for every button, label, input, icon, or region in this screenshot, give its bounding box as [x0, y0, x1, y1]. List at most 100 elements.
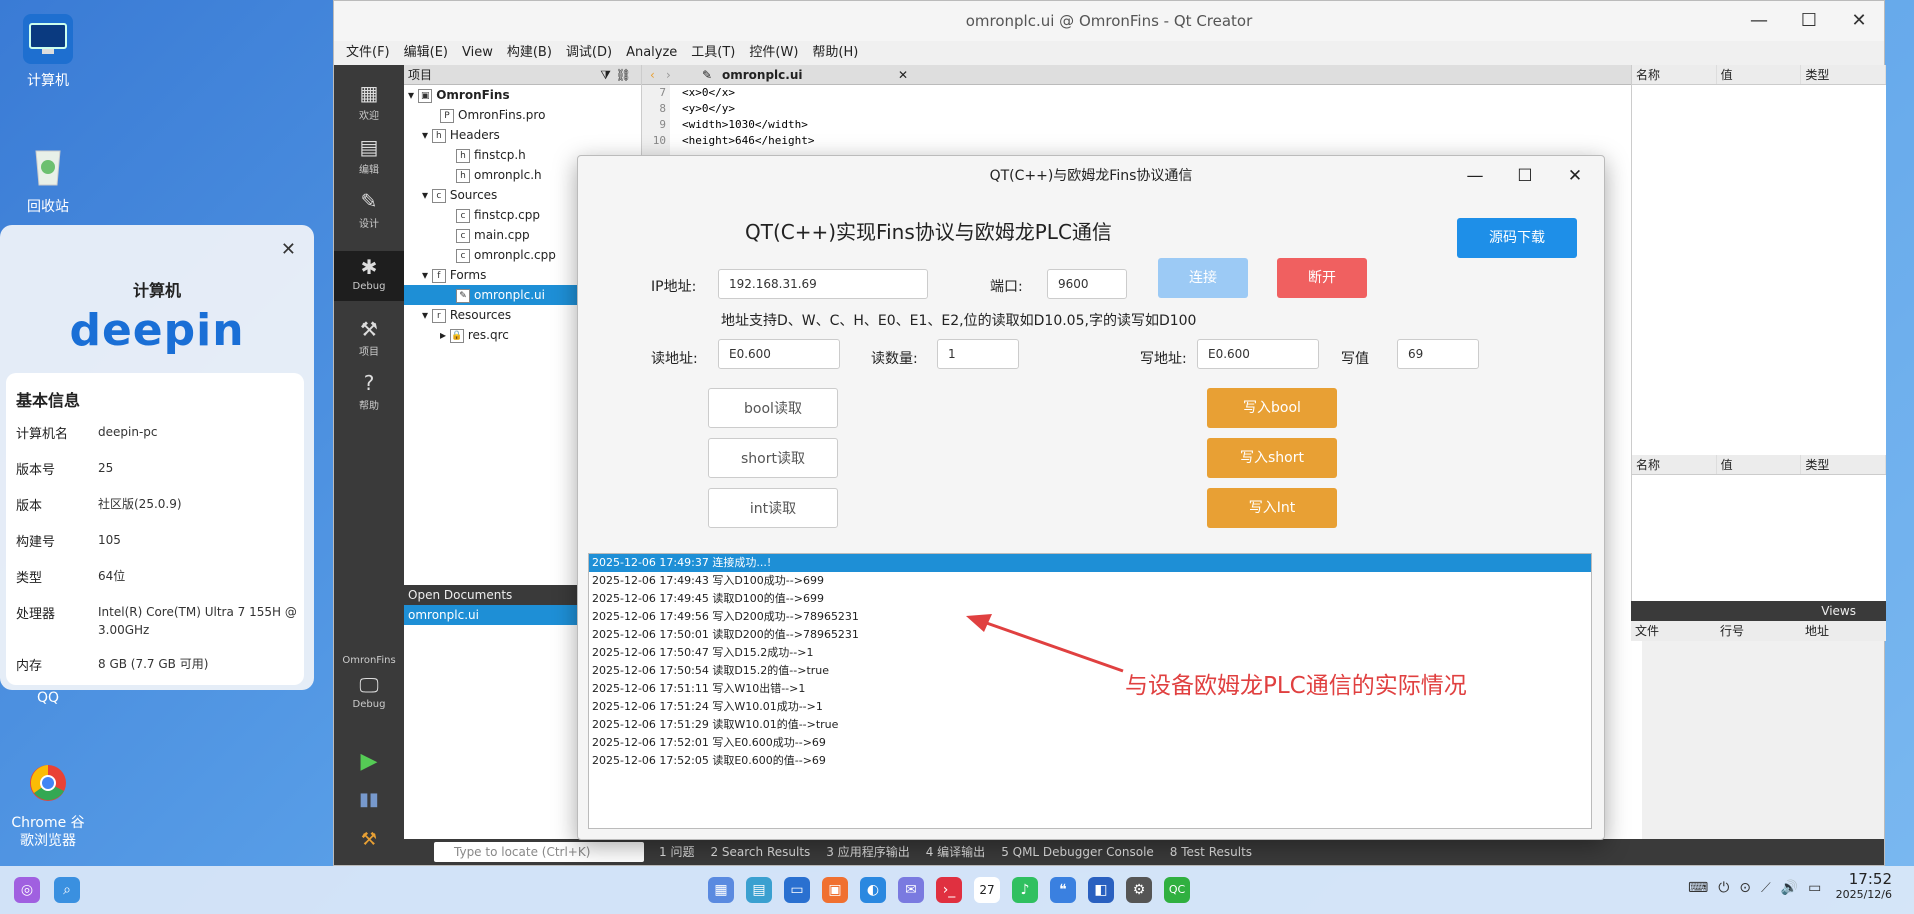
- kit-mode-label: Debug: [352, 699, 386, 710]
- menu-analyze[interactable]: Analyze: [626, 41, 677, 65]
- browser-icon[interactable]: ◐: [860, 877, 886, 903]
- write-value-input[interactable]: 69: [1397, 339, 1479, 369]
- mode-welcome[interactable]: ▦ 欢迎: [334, 81, 404, 122]
- read-count-input[interactable]: 1: [937, 339, 1019, 369]
- desktop-icon-chrome[interactable]: Chrome 谷 歌浏览器: [0, 758, 96, 850]
- menu-edit[interactable]: 编辑(E): [404, 41, 448, 65]
- tree-item[interactable]: ▾ ▣ OmronFins: [408, 85, 510, 105]
- connect-button[interactable]: 连接: [1158, 258, 1248, 298]
- app-store-icon[interactable]: ▣: [822, 877, 848, 903]
- gear-icon[interactable]: ⚙: [1126, 877, 1152, 903]
- mode-projects[interactable]: ⚒ 项目: [334, 317, 404, 358]
- debug-run-icon[interactable]: ▮▮: [334, 789, 404, 810]
- log-entry[interactable]: 2025-12-06 17:51:29 读取W10.01的值-->true: [589, 716, 1591, 734]
- menu-help[interactable]: 帮助(H): [812, 41, 858, 65]
- clock[interactable]: 17:52 2025/12/6: [1836, 870, 1892, 901]
- calendar-icon[interactable]: 27: [974, 877, 1000, 903]
- mode-edit[interactable]: ▤ 编辑: [334, 135, 404, 176]
- tree-item[interactable]: c main.cpp: [456, 225, 530, 245]
- annotation-arrow: [966, 614, 1124, 673]
- music-icon[interactable]: ♪: [1012, 877, 1038, 903]
- code-line: <x>0</x>: [682, 86, 735, 99]
- editor-file-name[interactable]: omronplc.ui: [722, 65, 802, 85]
- mode-design[interactable]: ✎ 设计: [334, 189, 404, 230]
- tab-test-results[interactable]: 8 Test Results: [1170, 839, 1252, 865]
- mail-icon[interactable]: ✉: [898, 877, 924, 903]
- log-entry[interactable]: 2025-12-06 17:52:05 读取E0.600的值-->69: [589, 752, 1591, 770]
- close-icon[interactable]: ✕: [1552, 156, 1598, 196]
- tree-item[interactable]: ▾ h Headers: [422, 125, 500, 145]
- tree-label: Headers: [449, 128, 500, 142]
- filter-icon[interactable]: ⧩: [600, 65, 611, 85]
- kit-project[interactable]: OmronFins: [334, 655, 404, 666]
- tree-item[interactable]: ▾ f Forms: [422, 265, 486, 285]
- build-hammer-icon[interactable]: ⚒: [334, 829, 404, 850]
- search-icon[interactable]: ⌕: [54, 877, 80, 903]
- minimize-icon[interactable]: —: [1734, 1, 1784, 41]
- short-read-button[interactable]: short读取: [708, 438, 838, 478]
- log-entry[interactable]: 2025-12-06 17:49:43 写入D100成功-->699: [589, 572, 1591, 590]
- menu-tools[interactable]: 工具(T): [691, 41, 735, 65]
- tree-item[interactable]: ▸ 🔒 res.qrc: [440, 325, 509, 345]
- close-icon[interactable]: ✕: [281, 239, 296, 260]
- multitask-icon[interactable]: ▤: [746, 877, 772, 903]
- views-button[interactable]: Views: [1631, 601, 1886, 621]
- locator-input[interactable]: Type to locate (Ctrl+K): [434, 842, 644, 862]
- tab-search-results[interactable]: 2 Search Results: [710, 839, 810, 865]
- tree-item[interactable]: P OmronFins.pro: [440, 105, 545, 125]
- menu-widgets[interactable]: 控件(W): [749, 41, 798, 65]
- tab-app-output[interactable]: 3 应用程序输出: [826, 839, 909, 865]
- log-entry[interactable]: 2025-12-06 17:52:01 写入E0.600成功-->69: [589, 734, 1591, 752]
- file-manager-icon[interactable]: ▭: [784, 877, 810, 903]
- menu-debug[interactable]: 调试(D): [566, 41, 612, 65]
- folder-icon: r: [431, 308, 446, 323]
- disconnect-button[interactable]: 断开: [1277, 258, 1367, 298]
- menu-view[interactable]: View: [462, 41, 493, 65]
- bool-read-button[interactable]: bool读取: [708, 388, 838, 428]
- tree-item[interactable]: c omronplc.cpp: [456, 245, 556, 265]
- desktop-icon-qq[interactable]: QQ: [0, 690, 96, 706]
- mode-debug[interactable]: ✱ Debug: [334, 251, 404, 301]
- terminal-icon[interactable]: ›_: [936, 877, 962, 903]
- download-source-button[interactable]: 源码下载: [1457, 218, 1577, 258]
- maximize-icon[interactable]: ☐: [1502, 156, 1548, 196]
- desktop-icon-computer[interactable]: 计算机: [0, 14, 96, 90]
- tray-icons[interactable]: ⌨⏻⊙⟋🔊▭: [1688, 880, 1831, 896]
- ip-input[interactable]: 192.168.31.69: [718, 269, 928, 299]
- qt-creator-icon[interactable]: QC: [1164, 877, 1190, 903]
- tree-item[interactable]: c finstcp.cpp: [456, 205, 540, 225]
- int-read-button[interactable]: int读取: [708, 488, 838, 528]
- launcher-icon[interactable]: ◎: [14, 877, 40, 903]
- tab-compile-output[interactable]: 4 编译输出: [926, 839, 985, 865]
- close-icon[interactable]: ✕: [1834, 1, 1884, 41]
- link-icon[interactable]: ⛓: [616, 65, 631, 85]
- read-address-input[interactable]: E0.600: [718, 339, 840, 369]
- chat-icon[interactable]: ❝: [1050, 877, 1076, 903]
- tab-issues[interactable]: 1 问题: [659, 839, 694, 865]
- forward-icon[interactable]: ›: [666, 65, 671, 85]
- maximize-icon[interactable]: ☐: [1784, 1, 1834, 41]
- port-input[interactable]: 9600: [1047, 269, 1127, 299]
- mode-help[interactable]: ? 帮助: [334, 371, 404, 412]
- minimize-icon[interactable]: —: [1452, 156, 1498, 196]
- menu-build[interactable]: 构建(B): [507, 41, 552, 65]
- tree-item[interactable]: ▾ r Resources: [422, 305, 511, 325]
- back-icon[interactable]: ‹: [650, 65, 655, 85]
- tree-item[interactable]: h finstcp.h: [456, 145, 526, 165]
- run-icon[interactable]: ▶: [334, 749, 404, 774]
- log-entry[interactable]: 2025-12-06 17:49:37 连接成功...!: [589, 554, 1591, 572]
- tab-qml-console[interactable]: 5 QML Debugger Console: [1001, 839, 1154, 865]
- int-write-button[interactable]: 写入Int: [1207, 488, 1337, 528]
- desktop-icon-trash[interactable]: 回收站: [0, 140, 96, 216]
- write-address-input[interactable]: E0.600: [1197, 339, 1319, 369]
- log-entry[interactable]: 2025-12-06 17:51:24 写入W10.01成功-->1: [589, 698, 1591, 716]
- tree-item[interactable]: ▾ c Sources: [422, 185, 497, 205]
- app-grid-icon[interactable]: ▦: [708, 877, 734, 903]
- short-write-button[interactable]: 写入short: [1207, 438, 1337, 478]
- bool-write-button[interactable]: 写入bool: [1207, 388, 1337, 428]
- close-editor-icon[interactable]: ✕: [898, 65, 908, 85]
- tree-item[interactable]: h omronplc.h: [456, 165, 542, 185]
- menu-file[interactable]: 文件(F): [346, 41, 390, 65]
- kit-selector[interactable]: 🖵 Debug: [334, 673, 404, 710]
- settings-panel-icon[interactable]: ◧: [1088, 877, 1114, 903]
